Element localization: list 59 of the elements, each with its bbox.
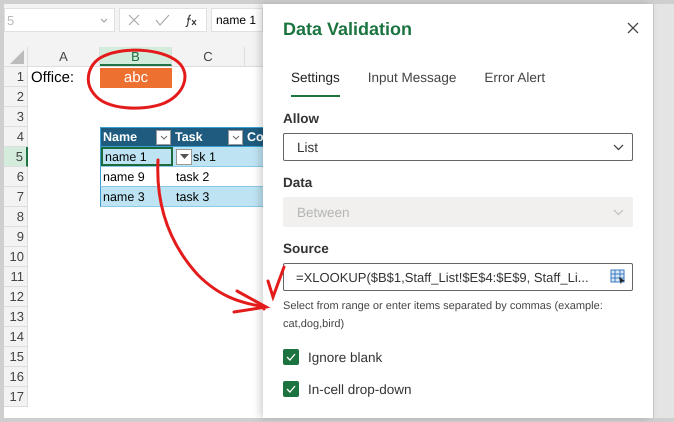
check-icon [286, 385, 296, 393]
row-header[interactable]: 11 [4, 267, 28, 287]
dropdown-field[interactable]: List [283, 133, 633, 161]
chevron-down-icon [100, 18, 108, 22]
field-label: Allow [283, 111, 320, 126]
help-text: Select from range or enter items separated by commas (example: cat,dog,bird) [283, 299, 604, 332]
range-select-icon[interactable] [610, 269, 626, 285]
row-header[interactable]: 13 [4, 307, 28, 327]
cell-text: Office: [30, 68, 74, 86]
row-header[interactable]: 10 [4, 247, 28, 267]
row-header[interactable]: 7 [4, 187, 28, 207]
checkbox[interactable] [283, 349, 299, 365]
chevron-down-icon [613, 144, 624, 150]
highlighted-cell: abc [100, 68, 172, 88]
table-cell: name 1 [105, 150, 147, 164]
tab[interactable]: Error Alert [484, 65, 546, 97]
check-icon [286, 353, 296, 361]
table-cell: task 2 [176, 170, 210, 184]
row-header[interactable]: 1 [4, 67, 28, 87]
column-heading: Task [175, 130, 203, 144]
row-header[interactable]: 16 [4, 367, 28, 387]
row-header[interactable]: 15 [4, 347, 28, 367]
column-heading: Co [247, 130, 263, 144]
checkbox-label: Ignore blank [308, 350, 382, 364]
row-header[interactable]: 5 [4, 147, 28, 167]
checkbox[interactable] [283, 381, 299, 397]
column-header[interactable]: C [172, 47, 245, 66]
row-header[interactable]: 4 [4, 127, 28, 147]
column-heading: Name [103, 130, 138, 144]
tab[interactable]: Input Message [368, 65, 456, 97]
dialog-title: Data Validation [283, 19, 412, 40]
function-icon[interactable] [184, 14, 198, 26]
caret-icon [180, 154, 188, 159]
table-cell: task 3 [176, 190, 210, 204]
row-header[interactable]: 17 [4, 387, 28, 407]
table-cell: sk 1 [193, 150, 216, 164]
row-header[interactable]: 3 [4, 107, 28, 127]
source-field[interactable]: =XLOOKUP($B$1,Staff_List!$E$4:$E$9, Staff_Li... [283, 263, 633, 291]
chevron-down-icon [160, 134, 168, 140]
formula-field[interactable]: name 1 [211, 8, 263, 32]
filter-button[interactable] [228, 130, 243, 144]
row-header[interactable]: 2 [4, 87, 28, 107]
table-cell: name 3 [103, 190, 145, 204]
chevron-down-icon [232, 134, 240, 140]
field-label: Data [283, 175, 314, 190]
row-header[interactable]: 9 [4, 227, 28, 247]
dropdown-button[interactable] [176, 148, 192, 164]
checkbox-label: In-cell drop-down [308, 382, 412, 396]
close-icon[interactable] [627, 22, 639, 34]
row-header[interactable]: 6 [4, 167, 28, 187]
row-header[interactable]: 8 [4, 207, 28, 227]
check-mark-annotation [262, 266, 286, 310]
row-header[interactable]: 14 [4, 327, 28, 347]
tab[interactable]: Settings [291, 65, 340, 97]
table-cell: name 9 [103, 170, 145, 184]
chevron-down-icon [613, 208, 624, 216]
row-header[interactable]: 12 [4, 287, 28, 307]
filter-button[interactable] [156, 130, 171, 144]
field-label: Source [283, 241, 330, 256]
